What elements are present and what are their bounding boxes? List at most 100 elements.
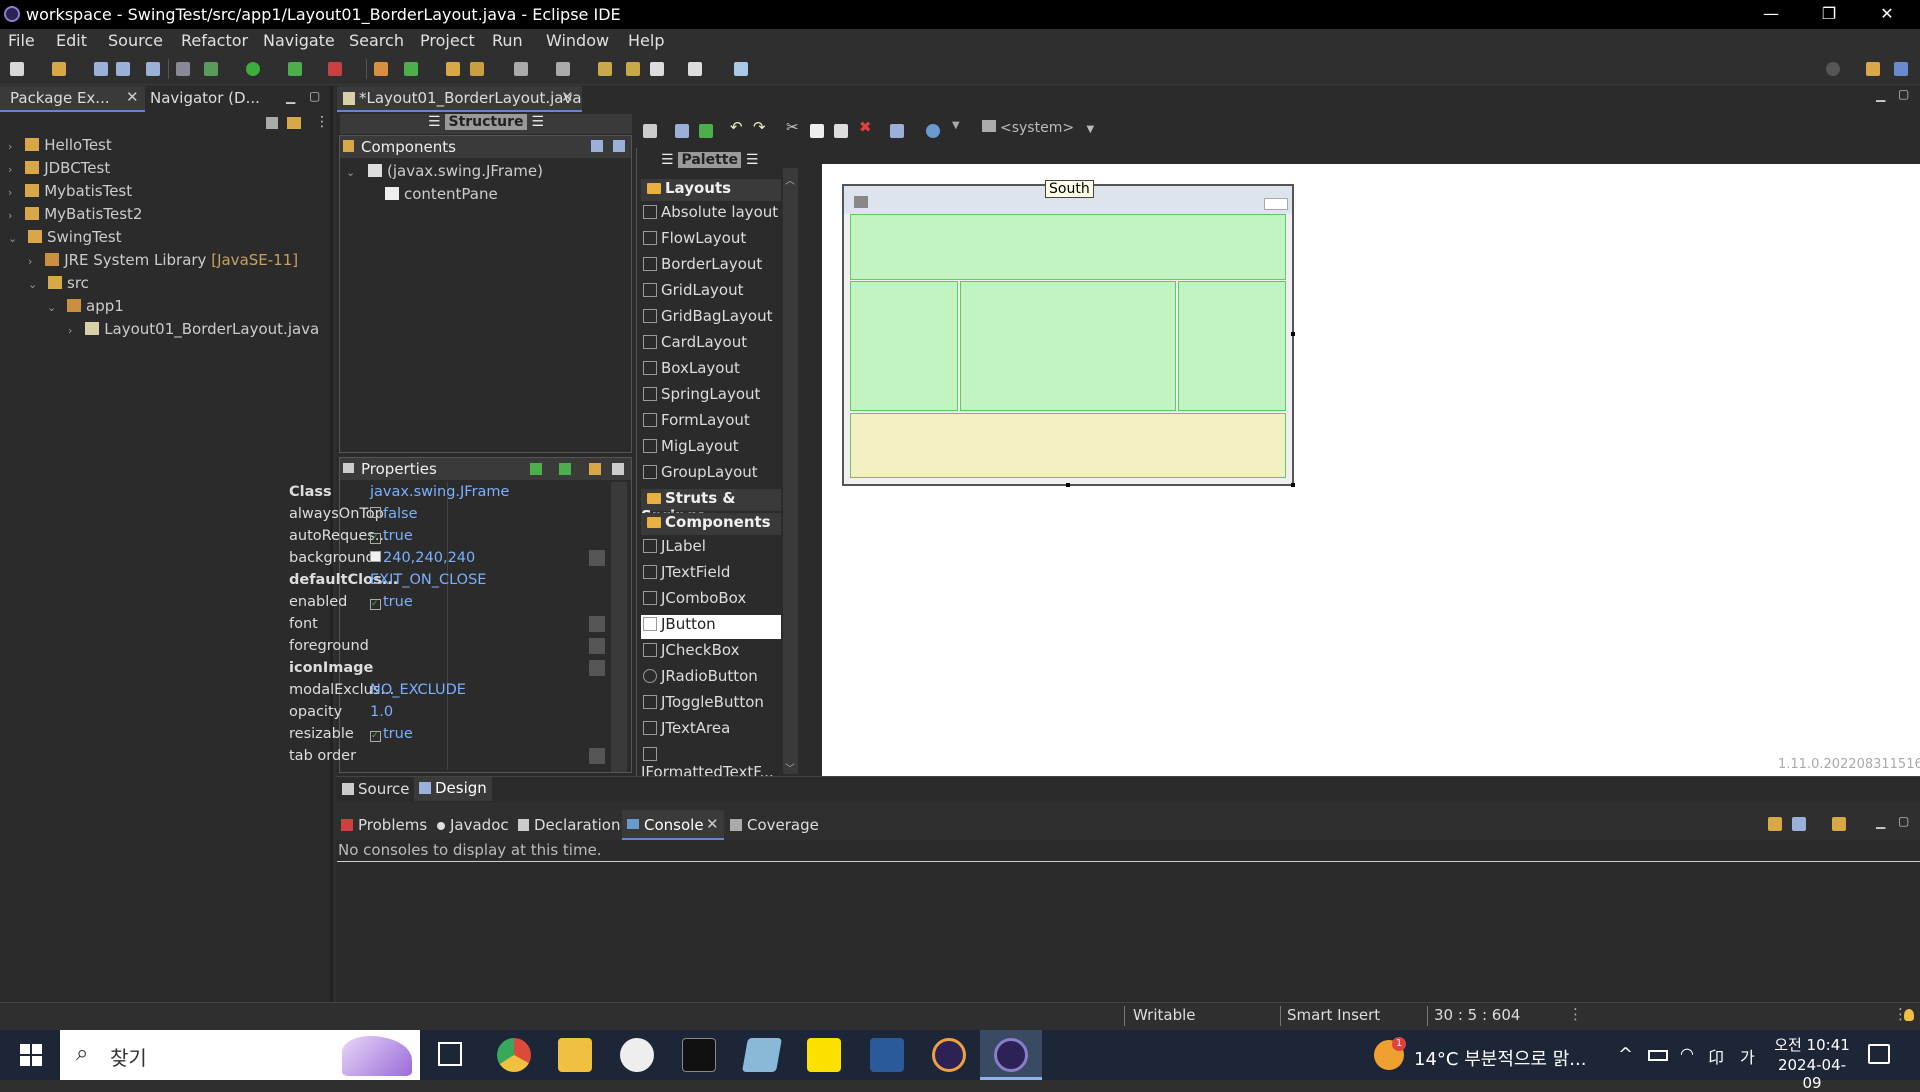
tree-item-java-file[interactable]: › Layout01_BorderLayout.java: [68, 320, 319, 338]
palette-item[interactable]: JTextField: [641, 563, 781, 587]
weather-text[interactable]: 14°C 부분적으로 맑...: [1414, 1045, 1586, 1071]
ellipsis-button[interactable]: [589, 550, 605, 566]
tree-item-mybatistest[interactable]: › MybatisTest: [8, 182, 132, 200]
restore-default-icon[interactable]: [612, 463, 624, 475]
back-icon[interactable]: [626, 62, 640, 76]
ellipsis-button[interactable]: [589, 748, 605, 764]
new-package-icon[interactable]: [404, 62, 418, 76]
palette-item[interactable]: BoxLayout: [641, 359, 781, 383]
tab-source[interactable]: Source: [342, 780, 410, 798]
debug-icon[interactable]: [204, 62, 218, 76]
menu-navigate[interactable]: Navigate: [263, 31, 335, 50]
maximize-view-icon[interactable]: ▢: [309, 89, 320, 103]
tree-item-src[interactable]: ⌄ src: [28, 274, 89, 292]
paste-icon[interactable]: [834, 124, 848, 138]
editor-tab[interactable]: *Layout01_BorderLayout.java ✕: [337, 86, 582, 112]
property-value-enabled[interactable]: ✓ true: [370, 594, 413, 610]
checkbox-checked-icon[interactable]: ✓: [370, 599, 381, 610]
palette-item[interactable]: JComboBox: [641, 589, 781, 613]
tab-close-icon[interactable]: ✕: [126, 88, 139, 106]
delete-icon[interactable]: ✖: [859, 118, 872, 136]
file-explorer-icon[interactable]: [558, 1038, 592, 1072]
clock-date[interactable]: 2024-04-09: [1770, 1056, 1854, 1092]
battery-icon[interactable]: [1648, 1050, 1668, 1061]
tree-item-app1[interactable]: ⌄ app1: [47, 297, 124, 315]
palette-item[interactable]: BorderLayout: [641, 255, 781, 279]
checkbox-unchecked-icon[interactable]: [370, 507, 381, 518]
kakaotalk-icon[interactable]: [807, 1038, 841, 1072]
task-view-icon[interactable]: [438, 1042, 462, 1066]
menu-project[interactable]: Project: [420, 31, 475, 50]
goto-definition-icon[interactable]: [559, 463, 571, 475]
tab-package-explorer[interactable]: Package Ex... ✕: [0, 86, 145, 112]
display-console-icon[interactable]: [1792, 817, 1806, 831]
app-penguin-icon[interactable]: [620, 1038, 654, 1072]
tab-declaration[interactable]: Declaration: [518, 816, 620, 834]
pin-editor-icon[interactable]: [734, 62, 748, 76]
menu-search[interactable]: Search: [349, 31, 404, 50]
resize-handle[interactable]: [1291, 483, 1295, 487]
component-jframe[interactable]: ⌄ (javax.swing.JFrame): [346, 162, 543, 180]
property-value-background[interactable]: 240,240,240: [370, 550, 475, 566]
tab-problems[interactable]: Problems: [341, 816, 427, 834]
tab-console[interactable]: Console ✕: [622, 810, 724, 840]
print-icon[interactable]: [146, 62, 160, 76]
open-type-icon[interactable]: [52, 62, 66, 76]
eclipse-taskbar-icon[interactable]: [932, 1038, 966, 1072]
palette-item[interactable]: JToggleButton: [641, 693, 781, 717]
property-value-resizable[interactable]: ✓ true: [370, 726, 413, 742]
properties-scrollbar[interactable]: [611, 482, 627, 772]
prev-annotation-icon[interactable]: [556, 62, 570, 76]
tab-design[interactable]: Design: [414, 777, 492, 801]
save-all-icon[interactable]: [116, 62, 130, 76]
new-java-project-icon[interactable]: [374, 62, 388, 76]
java-perspective-icon[interactable]: [1894, 62, 1908, 76]
close-button[interactable]: ✕: [1858, 0, 1916, 29]
view-menu-icon[interactable]: ⋮: [315, 114, 329, 130]
refresh-icon[interactable]: [699, 124, 713, 138]
tab-coverage[interactable]: Coverage: [730, 816, 819, 834]
reparse-icon[interactable]: [675, 124, 689, 138]
palette-item[interactable]: GroupLayout: [641, 463, 781, 487]
palette-item[interactable]: GridLayout: [641, 281, 781, 305]
maximize-button[interactable]: ❐: [1800, 0, 1858, 29]
palette-category-components[interactable]: Components: [641, 513, 781, 535]
new-console-icon[interactable]: [1832, 817, 1846, 831]
cut-icon[interactable]: ✂: [786, 118, 799, 136]
menu-source[interactable]: Source: [108, 31, 163, 50]
ellipsis-button[interactable]: [589, 660, 605, 676]
editor-minimize-icon[interactable]: ▁: [1876, 88, 1885, 102]
status-cursor-position[interactable]: 30 : 5 : 604: [1434, 1006, 1520, 1024]
tip-lightbulb-icon[interactable]: [1904, 1009, 1914, 1021]
volume-icon[interactable]: 卬: [1708, 1044, 1724, 1068]
copy-icon[interactable]: [810, 124, 824, 138]
palette-category-layouts[interactable]: Layouts: [641, 179, 781, 201]
ime-indicator[interactable]: 가: [1740, 1044, 1755, 1068]
palette-scrollbar[interactable]: [783, 168, 798, 774]
open-task-icon[interactable]: [446, 62, 460, 76]
menu-help[interactable]: Help: [628, 31, 664, 50]
chrome-icon[interactable]: [497, 1038, 531, 1072]
component-contentpane[interactable]: contentPane: [385, 185, 498, 203]
menu-window[interactable]: Window: [546, 31, 609, 50]
windows-start-icon[interactable]: [20, 1044, 42, 1066]
tree-item-jre-library[interactable]: › JRE System Library [JavaSE-11]: [28, 251, 298, 269]
editor-maximize-icon[interactable]: ▢: [1898, 87, 1909, 101]
alignment-icon[interactable]: [890, 124, 904, 138]
ellipsis-button[interactable]: [589, 638, 605, 654]
palette-item[interactable]: SpringLayout: [641, 385, 781, 409]
center-region[interactable]: [960, 281, 1176, 411]
palette-item[interactable]: JCheckBox: [641, 641, 781, 665]
palette-item[interactable]: JTextArea: [641, 719, 781, 743]
palette-item[interactable]: JRadioButton: [641, 667, 781, 691]
property-value-class[interactable]: javax.swing.JFrame: [370, 484, 509, 500]
resize-handle[interactable]: [1291, 332, 1295, 336]
collapse-all-icon[interactable]: [266, 117, 278, 129]
palette-item[interactable]: FormLayout: [641, 411, 781, 435]
new-icon[interactable]: [10, 62, 24, 76]
chevron-up-icon[interactable]: ^: [1618, 1044, 1633, 1065]
coverage-icon[interactable]: [288, 62, 302, 76]
skip-breakpoints-icon[interactable]: [176, 62, 190, 76]
palette-item[interactable]: CardLayout: [641, 333, 781, 357]
menu-run[interactable]: Run: [492, 31, 523, 50]
